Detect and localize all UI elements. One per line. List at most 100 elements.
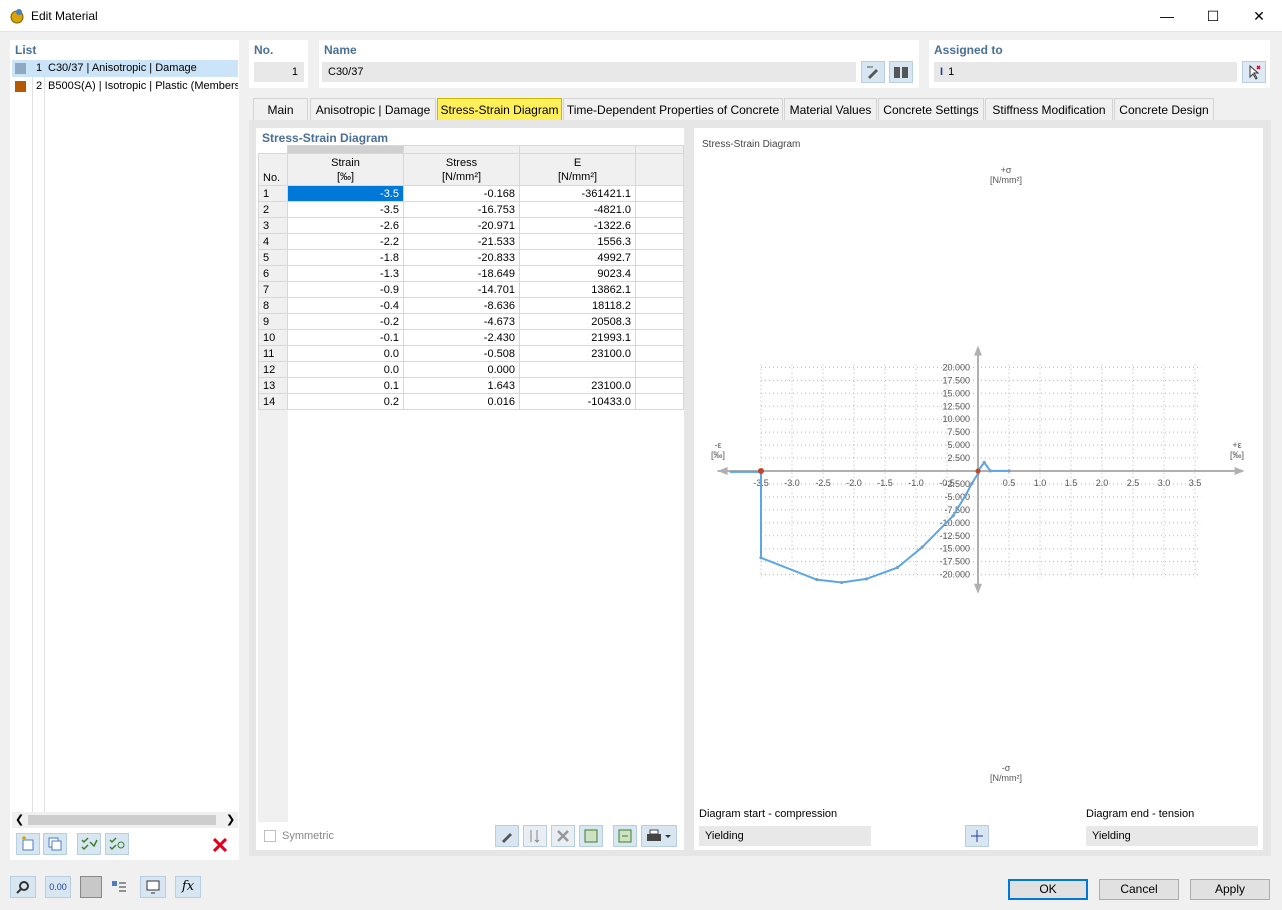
cancel-button[interactable]: Cancel: [1099, 879, 1179, 900]
export-table-button[interactable]: [579, 825, 603, 847]
row-number-cell[interactable]: 10: [259, 330, 288, 346]
print-button[interactable]: [641, 825, 677, 847]
strain-cell[interactable]: 0.0: [288, 362, 404, 378]
diagram-start-select[interactable]: Yielding: [699, 826, 871, 846]
strain-cell[interactable]: -1.8: [288, 250, 404, 266]
e-modulus-cell[interactable]: -4821.0: [520, 202, 636, 218]
row-number-cell[interactable]: 3: [259, 218, 288, 234]
minimize-button[interactable]: —: [1144, 0, 1190, 32]
diagram-end-select[interactable]: Yielding: [1086, 826, 1258, 846]
material-library-button[interactable]: [889, 61, 913, 83]
symmetric-checkbox[interactable]: [264, 830, 276, 842]
scroll-thumb[interactable]: [28, 815, 216, 825]
stress-cell[interactable]: -2.430: [404, 330, 520, 346]
list-item[interactable]: 2 B500S(A) | Isotropic | Plastic (Member…: [12, 78, 238, 95]
table-row[interactable]: 130.11.64323100.0: [259, 378, 684, 394]
table-row[interactable]: 3-2.6-20.971-1322.6: [259, 218, 684, 234]
delete-row-button[interactable]: [551, 825, 575, 847]
apply-button[interactable]: Apply: [1190, 879, 1270, 900]
row-number-cell[interactable]: 5: [259, 250, 288, 266]
table-row[interactable]: 6-1.3-18.6499023.4: [259, 266, 684, 282]
new-material-button[interactable]: [16, 833, 40, 855]
table-row[interactable]: 10-0.1-2.43021993.1: [259, 330, 684, 346]
check-material-button[interactable]: [77, 833, 101, 855]
e-modulus-cell[interactable]: 23100.0: [520, 378, 636, 394]
e-modulus-cell[interactable]: -1322.6: [520, 218, 636, 234]
row-number-cell[interactable]: 4: [259, 234, 288, 250]
e-modulus-cell[interactable]: 4992.7: [520, 250, 636, 266]
table-row[interactable]: 7-0.9-14.70113862.1: [259, 282, 684, 298]
table-row[interactable]: 9-0.2-4.67320508.3: [259, 314, 684, 330]
tab-stiffness-modification[interactable]: Stiffness Modification: [985, 98, 1113, 120]
stress-cell[interactable]: -8.636: [404, 298, 520, 314]
tab-material-values[interactable]: Material Values: [784, 98, 877, 120]
e-modulus-cell[interactable]: 9023.4: [520, 266, 636, 282]
stress-cell[interactable]: 0.000: [404, 362, 520, 378]
strain-cell[interactable]: 0.0: [288, 346, 404, 362]
stress-cell[interactable]: -20.971: [404, 218, 520, 234]
stress-cell[interactable]: -0.508: [404, 346, 520, 362]
e-modulus-cell[interactable]: 13862.1: [520, 282, 636, 298]
tab-concrete-design[interactable]: Concrete Design: [1114, 98, 1214, 120]
table-row[interactable]: 5-1.8-20.8334992.7: [259, 250, 684, 266]
e-modulus-cell[interactable]: 23100.0: [520, 346, 636, 362]
color-button[interactable]: [80, 876, 102, 898]
row-number-cell[interactable]: 13: [259, 378, 288, 394]
scroll-right-icon[interactable]: ❯: [226, 813, 235, 826]
table-row[interactable]: 1-3.5-0.168-361421.1: [259, 186, 684, 202]
strain-cell[interactable]: -2.2: [288, 234, 404, 250]
formula-button[interactable]: fx: [175, 876, 201, 898]
strain-cell[interactable]: -3.5: [288, 186, 404, 202]
stress-cell[interactable]: -16.753: [404, 202, 520, 218]
number-field[interactable]: 1: [254, 62, 304, 82]
e-modulus-cell[interactable]: 21993.1: [520, 330, 636, 346]
row-number-cell[interactable]: 1: [259, 186, 288, 202]
row-number-cell[interactable]: 14: [259, 394, 288, 410]
e-modulus-cell[interactable]: -361421.1: [520, 186, 636, 202]
close-button[interactable]: ✕: [1236, 0, 1282, 32]
strain-cell[interactable]: -0.1: [288, 330, 404, 346]
edit-row-button[interactable]: [495, 825, 519, 847]
row-number-cell[interactable]: 11: [259, 346, 288, 362]
row-number-cell[interactable]: 7: [259, 282, 288, 298]
tab-anisotropic-damage[interactable]: Anisotropic | Damage: [310, 98, 436, 120]
delete-material-button[interactable]: [208, 835, 232, 855]
list-horizontal-scrollbar[interactable]: ❮ ❯: [12, 812, 238, 828]
strain-cell[interactable]: -0.9: [288, 282, 404, 298]
e-modulus-cell[interactable]: -10433.0: [520, 394, 636, 410]
diagram-type-button[interactable]: [965, 825, 989, 847]
stress-cell[interactable]: -14.701: [404, 282, 520, 298]
stress-cell[interactable]: -18.649: [404, 266, 520, 282]
strain-cell[interactable]: 0.2: [288, 394, 404, 410]
row-number-cell[interactable]: 6: [259, 266, 288, 282]
e-modulus-cell[interactable]: 20508.3: [520, 314, 636, 330]
e-modulus-cell[interactable]: 1556.3: [520, 234, 636, 250]
toggle-check-button[interactable]: [105, 833, 129, 855]
tab-concrete-settings[interactable]: Concrete Settings: [878, 98, 984, 120]
strain-cell[interactable]: -1.3: [288, 266, 404, 282]
strain-cell[interactable]: -0.2: [288, 314, 404, 330]
e-modulus-cell[interactable]: 18118.2: [520, 298, 636, 314]
row-number-cell[interactable]: 8: [259, 298, 288, 314]
select-assignment-button[interactable]: [1242, 61, 1266, 83]
maximize-button[interactable]: ☐: [1190, 0, 1236, 32]
edit-name-button[interactable]: [861, 61, 885, 83]
list-item[interactable]: 1 C30/37 | Anisotropic | Damage: [12, 60, 238, 77]
stress-cell[interactable]: -4.673: [404, 314, 520, 330]
import-table-button[interactable]: [613, 825, 637, 847]
row-number-cell[interactable]: 9: [259, 314, 288, 330]
scroll-left-icon[interactable]: ❮: [15, 813, 24, 826]
stress-cell[interactable]: -0.168: [404, 186, 520, 202]
table-row[interactable]: 8-0.4-8.63618118.2: [259, 298, 684, 314]
search-button[interactable]: [10, 876, 36, 898]
tab-main[interactable]: Main: [253, 98, 308, 120]
table-row[interactable]: 4-2.2-21.5331556.3: [259, 234, 684, 250]
table-row[interactable]: 120.00.000: [259, 362, 684, 378]
sort-rows-button[interactable]: [523, 825, 547, 847]
display-properties-button[interactable]: [106, 876, 132, 898]
name-field[interactable]: C30/37: [322, 62, 856, 82]
table-row[interactable]: 110.0-0.50823100.0: [259, 346, 684, 362]
e-modulus-cell[interactable]: [520, 362, 636, 378]
strain-cell[interactable]: 0.1: [288, 378, 404, 394]
assigned-field[interactable]: I1: [934, 62, 1237, 82]
